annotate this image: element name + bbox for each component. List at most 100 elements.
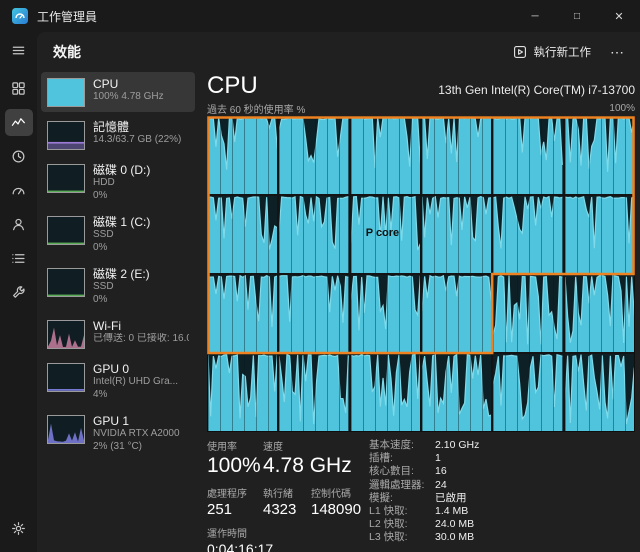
sidebar-item-disk-0[interactable]: 磁碟 0 (D:)HDD0% — [41, 158, 195, 207]
cpu-core-graph-2 — [351, 117, 420, 194]
sidebar-item-subtitle: SSD — [93, 281, 189, 294]
cpu-processes-value: 251 — [207, 501, 263, 518]
cpu-detail-label: L2 快取: — [369, 518, 435, 531]
sidebar-item-cpu[interactable]: CPU100% 4.78 GHz — [41, 72, 195, 112]
performance-icon — [11, 115, 26, 130]
cpu-uptime-value: 0:04:16:17 — [207, 541, 273, 552]
cpu-threads-value: 4323 — [263, 501, 311, 518]
cpu-core-graph-23 — [565, 354, 634, 431]
sidebar-item-disk-1[interactable]: 磁碟 1 (C:)SSD0% — [41, 210, 195, 259]
cpu-detail-value: 16 — [435, 465, 447, 478]
sidebar-item-gpu-0[interactable]: GPU 0Intel(R) UHD Gra...4% — [41, 357, 195, 406]
sidebar-item-subtitle: 已傳送: 0 已接收: 16.0 K — [93, 333, 189, 346]
cpu-core-graph-10 — [493, 196, 562, 273]
close-button[interactable]: ✕ — [598, 0, 640, 32]
sidebar-item-disk-2[interactable]: 磁碟 2 (E:)SSD0% — [41, 262, 195, 311]
cpu-core-graph-9 — [422, 196, 491, 273]
cpu-detail-label: 模擬: — [369, 492, 435, 505]
graph-max-label: 100% — [609, 103, 635, 114]
sidebar-item-title: GPU 0 — [93, 362, 189, 376]
cpu-detail-row: 模擬:已啟用 — [369, 492, 635, 505]
cpu-core-graph-6 — [208, 196, 277, 273]
graph-caption: 過去 60 秒的使用率 % — [207, 101, 305, 116]
sidebar-item-title: CPU — [93, 77, 189, 91]
sidebar-item-subtitle: NVIDIA RTX A2000 — [93, 428, 189, 441]
cpu-detail-row: 插槽:1 — [369, 452, 635, 465]
rail-item-processes[interactable] — [5, 75, 33, 102]
cpu-core-graph-5 — [565, 117, 634, 194]
page-title: 效能 — [53, 42, 81, 62]
nav-rail — [0, 32, 37, 552]
rail-item-performance[interactable] — [5, 109, 33, 136]
rail-item-app-history[interactable] — [5, 143, 33, 170]
rail-item-users[interactable] — [5, 211, 33, 238]
sidebar-item-title: Wi-Fi — [93, 319, 189, 333]
cpu-core-graph-20 — [351, 354, 420, 431]
sidebar-item-title: 磁碟 2 (E:) — [93, 267, 189, 281]
cpu-detail-label: 插槽: — [369, 452, 435, 465]
menu-icon — [11, 43, 26, 58]
cpu-detail-row: L3 快取:30.0 MB — [369, 531, 635, 544]
performance-content: CPU100% 4.78 GHz記憶體14.3/63.7 GB (22%)磁碟 … — [37, 72, 640, 552]
minimize-button[interactable]: ─ — [514, 0, 556, 32]
cpu-threads-label: 執行緒 — [263, 485, 311, 500]
run-new-task-icon — [513, 45, 527, 59]
cpu-speed-stat: 速度 4.78 GHz — [263, 438, 352, 478]
app-body: 效能 執行新工作 ⋯ CPU100% 4.78 GHz記憶體14.3/63.7 … — [0, 32, 640, 552]
rail-item-startup-apps[interactable] — [5, 177, 33, 204]
cpu-core-graph-1 — [279, 117, 348, 194]
maximize-button[interactable]: □ — [556, 0, 598, 32]
cpu-detail-label: 邏輯處理器: — [369, 479, 435, 492]
more-options-button[interactable]: ⋯ — [604, 39, 630, 65]
sidebar-item-wifi[interactable]: Wi-Fi已傳送: 0 已接收: 16.0 K — [41, 314, 195, 354]
sidebar-item-subtitle: 100% 4.78 GHz — [93, 91, 189, 104]
cpu-core-graph-12 — [208, 275, 277, 352]
sidebar-item-title: GPU 1 — [93, 414, 189, 428]
content-panel: 效能 執行新工作 ⋯ CPU100% 4.78 GHz記憶體14.3/63.7 … — [37, 32, 640, 552]
sidebar-item-title: 記憶體 — [93, 120, 189, 134]
cpu-uptime-label: 運作時間 — [207, 525, 273, 540]
cpu-usage-value: 100% — [207, 454, 263, 478]
run-new-task-button[interactable]: 執行新工作 — [504, 39, 601, 65]
command-bar-actions: 執行新工作 ⋯ — [504, 39, 631, 65]
cpu-core-grid-wrap: P core — [207, 116, 635, 432]
rail-item-services[interactable] — [5, 279, 33, 306]
cpu-core-graph-19 — [279, 354, 348, 431]
cpu-detail-row: 基本速度:2.10 GHz — [369, 439, 635, 452]
cpu-core-graph-3 — [422, 117, 491, 194]
titlebar: 工作管理員 ─ □ ✕ — [0, 0, 640, 32]
disk-1-thumbnail-graph — [47, 216, 85, 245]
cpu-detail-label: L3 快取: — [369, 531, 435, 544]
list-icon — [11, 251, 26, 266]
sidebar-item-subtitle: SSD — [93, 229, 189, 242]
sidebar-item-title: 磁碟 0 (D:) — [93, 163, 189, 177]
rail-item-menu[interactable] — [5, 37, 33, 64]
task-manager-window: 工作管理員 ─ □ ✕ 效能 執行新工作 ⋯ CPU100% 4.78 GHz記… — [0, 0, 640, 552]
cpu-chip-name: 13th Gen Intel(R) Core(TM) i7-13700 — [438, 83, 635, 100]
cpu-section-title: CPU — [207, 72, 258, 100]
cpu-uptime-stat: 運作時間 0:04:16:17 — [207, 525, 273, 552]
cpu-core-graph-21 — [422, 354, 491, 431]
cpu-core-graph-13 — [279, 275, 348, 352]
performance-sidebar: CPU100% 4.78 GHz記憶體14.3/63.7 GB (22%)磁碟 … — [37, 72, 199, 552]
cpu-detail-value: 24 — [435, 479, 447, 492]
cpu-detail-value: 已啟用 — [435, 492, 467, 505]
memory-thumbnail-graph — [47, 121, 85, 150]
cpu-core-graph-18 — [208, 354, 277, 431]
cpu-detail-row: 邏輯處理器:24 — [369, 479, 635, 492]
cpu-core-graph-16 — [493, 275, 562, 352]
clock-icon — [11, 149, 26, 164]
gpu-1-thumbnail-graph — [47, 415, 85, 444]
rail-item-settings[interactable] — [5, 515, 33, 542]
sidebar-item-memory[interactable]: 記憶體14.3/63.7 GB (22%) — [41, 115, 195, 155]
rail-item-details[interactable] — [5, 245, 33, 272]
cpu-detail-value: 2.10 GHz — [435, 439, 479, 452]
sidebar-item-subtitle: 2% (31 °C) — [93, 441, 189, 454]
cpu-handles-value: 148090 — [311, 501, 361, 518]
cpu-core-graph-0 — [208, 117, 277, 194]
sidebar-item-subtitle: 14.3/63.7 GB (22%) — [93, 134, 189, 147]
gear-icon — [11, 521, 26, 536]
sidebar-item-gpu-1[interactable]: GPU 1NVIDIA RTX A20002% (31 °C) — [41, 409, 195, 458]
app-icon — [12, 8, 28, 24]
cpu-core-graph-15 — [422, 275, 491, 352]
